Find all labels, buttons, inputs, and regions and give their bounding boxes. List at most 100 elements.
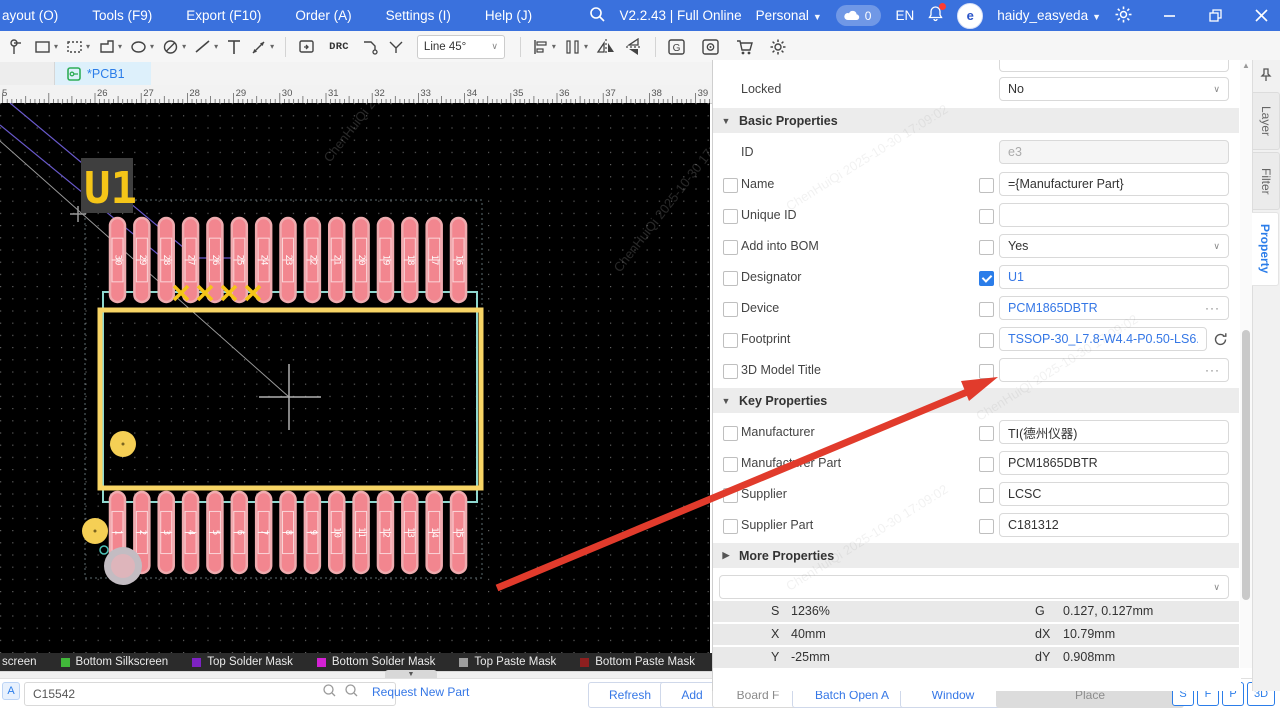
- menu-help[interactable]: Help (J): [468, 0, 549, 31]
- value-checkbox[interactable]: [979, 240, 994, 255]
- component-pad[interactable]: 22: [305, 218, 320, 302]
- component-pad[interactable]: 20: [354, 218, 369, 302]
- minimize-button[interactable]: [1160, 7, 1178, 25]
- property-input-device[interactable]: PCM1865DBTR···: [999, 296, 1229, 320]
- property-input-name[interactable]: ={Manufacturer Part}: [999, 172, 1229, 196]
- toolbar-settings-icon[interactable]: [769, 35, 787, 59]
- attr-show-checkbox[interactable]: [723, 519, 738, 534]
- more-options-button[interactable]: ···: [1205, 363, 1220, 377]
- layer-tab-screen[interactable]: screen: [2, 656, 37, 668]
- attr-show-checkbox[interactable]: [723, 333, 738, 348]
- menu-tools[interactable]: Tools (F9): [75, 0, 169, 31]
- line-mode-select[interactable]: Line 45°∨: [417, 35, 505, 59]
- property-input-supplier[interactable]: LCSC: [999, 482, 1229, 506]
- refresh-footprint-icon[interactable]: [1213, 332, 1228, 347]
- attr-show-checkbox[interactable]: [723, 426, 738, 441]
- value-checkbox[interactable]: [979, 519, 994, 534]
- notification-bell-icon[interactable]: [928, 6, 943, 25]
- property-input-add-into-bom[interactable]: Yes∨: [999, 234, 1229, 258]
- value-checkbox[interactable]: [979, 426, 994, 441]
- component-pad[interactable]: 12: [378, 492, 393, 573]
- property-input-manufacturer-part[interactable]: PCM1865DBTR: [999, 451, 1229, 475]
- tab-scroll-box[interactable]: [0, 62, 55, 85]
- component-pad[interactable]: 11: [354, 492, 369, 573]
- component-pad[interactable]: 16: [451, 218, 466, 302]
- attr-show-checkbox[interactable]: [723, 209, 738, 224]
- property-input-id[interactable]: e3: [999, 140, 1229, 164]
- layer-tab-bottom-silkscreen[interactable]: Bottom Silkscreen: [61, 656, 169, 668]
- component-pad[interactable]: 3: [159, 492, 174, 573]
- extra-select[interactable]: ∨: [719, 575, 1229, 599]
- workspace-dropdown[interactable]: Personal▼: [756, 8, 822, 23]
- component-pad[interactable]: 18: [402, 218, 417, 302]
- mirror-horizontal-icon[interactable]: [596, 35, 616, 59]
- property-input-manufacturer[interactable]: TI(德州仪器): [999, 420, 1229, 444]
- settings-gear-icon[interactable]: [1115, 6, 1132, 26]
- component-pad[interactable]: 23: [281, 218, 296, 302]
- device-library-icon[interactable]: [701, 35, 721, 59]
- library-search-input[interactable]: C15542: [24, 682, 396, 706]
- value-checkbox[interactable]: [979, 457, 994, 472]
- menu-settings[interactable]: Settings (I): [369, 0, 468, 31]
- component-pad[interactable]: 10: [329, 492, 344, 573]
- text-tool-icon[interactable]: [226, 35, 242, 59]
- restore-button[interactable]: [1206, 7, 1224, 25]
- value-checkbox[interactable]: [979, 333, 994, 348]
- section-header-more-properties[interactable]: ▶More Properties: [713, 543, 1239, 568]
- layer-tab-bottom-solder-mask[interactable]: Bottom Solder Mask: [317, 656, 436, 668]
- panel-scrollbar-thumb[interactable]: [1242, 330, 1250, 600]
- component-pad[interactable]: 13: [402, 492, 417, 573]
- account-dropdown[interactable]: haidy_easyeda▼: [997, 8, 1101, 23]
- menu-export[interactable]: Export (F10): [169, 0, 278, 31]
- drc-check-button[interactable]: DRC: [329, 35, 349, 59]
- pin-panel-icon[interactable]: [1260, 68, 1280, 87]
- property-input-unique-id[interactable]: [999, 203, 1229, 227]
- keepout-tool-icon[interactable]: ▾: [162, 35, 186, 59]
- property-input-locked[interactable]: No∨: [999, 77, 1229, 101]
- pcb-canvas[interactable]: ChenHuiQi 2025-10-30 17:09:02ChenHuiQi 2…: [0, 103, 710, 653]
- polygon-tool-icon[interactable]: ▾: [98, 35, 122, 59]
- component-pad[interactable]: 30: [110, 218, 125, 302]
- pin-tool-icon[interactable]: [8, 35, 26, 59]
- attr-show-checkbox[interactable]: [723, 302, 738, 317]
- menu-order[interactable]: Order (A): [278, 0, 368, 31]
- avatar[interactable]: e: [957, 3, 983, 29]
- tab-pcb1[interactable]: *PCB1: [55, 62, 151, 85]
- mirror-vertical-icon[interactable]: [624, 35, 644, 59]
- attr-show-checkbox[interactable]: [723, 488, 738, 503]
- menu-layout[interactable]: ayout (O): [0, 0, 75, 31]
- tab-property[interactable]: Property: [1252, 212, 1279, 286]
- more-options-button[interactable]: ···: [1205, 301, 1220, 315]
- designator-text[interactable]: U1: [84, 163, 137, 214]
- component-pad[interactable]: 15: [451, 492, 466, 573]
- layer-tab-top-solder-mask[interactable]: Top Solder Mask: [192, 656, 293, 668]
- component-pad[interactable]: 17: [427, 218, 442, 302]
- tab-layer[interactable]: Layer: [1253, 92, 1280, 150]
- footprint-library-icon[interactable]: G: [667, 35, 687, 59]
- rect-tool-icon[interactable]: ▾: [34, 35, 58, 59]
- dimension-tool-icon[interactable]: ▾: [250, 35, 274, 59]
- search-part-icon[interactable]: [322, 683, 337, 703]
- component-pad[interactable]: 6: [232, 492, 247, 573]
- value-checkbox[interactable]: [979, 209, 994, 224]
- component-pad[interactable]: 21: [329, 218, 344, 302]
- pcb-canvas-svg[interactable]: ChenHuiQi 2025-10-30 17:09:02ChenHuiQi 2…: [0, 103, 710, 653]
- component-pad[interactable]: 4: [183, 492, 198, 573]
- request-new-part-link[interactable]: Request New Part: [372, 685, 469, 699]
- component-pad[interactable]: 19: [378, 218, 393, 302]
- value-checkbox[interactable]: [979, 364, 994, 379]
- select-region-tool-icon[interactable]: ▾: [66, 35, 90, 59]
- property-input-supplier-part[interactable]: C181312: [999, 513, 1229, 537]
- attr-show-checkbox[interactable]: [723, 457, 738, 472]
- close-button[interactable]: [1252, 7, 1270, 25]
- component-pad[interactable]: 28: [159, 218, 174, 302]
- layer-tab-top-paste-mask[interactable]: Top Paste Mask: [459, 656, 556, 668]
- search-more-icon[interactable]: [344, 683, 359, 703]
- language-toggle[interactable]: EN: [895, 8, 914, 23]
- search-icon[interactable]: [589, 6, 606, 26]
- value-checkbox[interactable]: [979, 302, 994, 317]
- route-tool-icon[interactable]: [361, 35, 379, 59]
- align-icon[interactable]: ▾: [532, 35, 556, 59]
- layer-tab-bottom-paste-mask[interactable]: Bottom Paste Mask: [580, 656, 695, 668]
- value-checkbox-checked[interactable]: [979, 271, 994, 286]
